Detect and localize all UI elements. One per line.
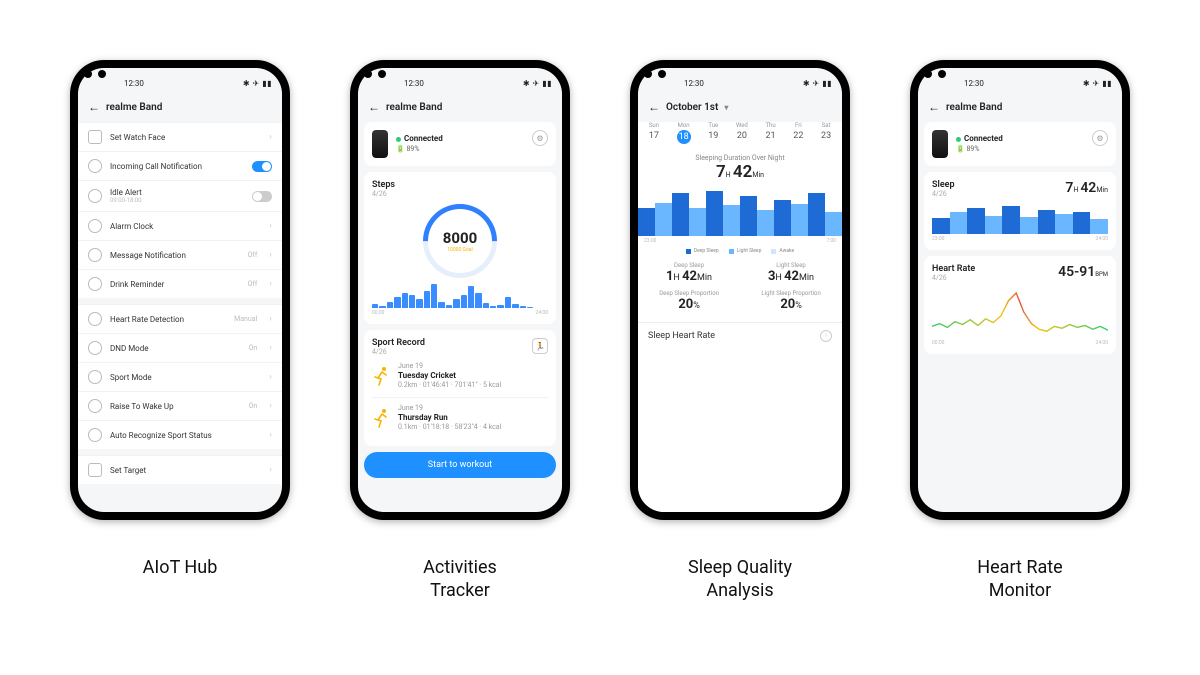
calendar-day[interactable]: Sat23 bbox=[821, 122, 831, 144]
chevron-right-icon: › bbox=[269, 221, 272, 231]
sport-record[interactable]: June 19Tuesday Cricket0.2km · 01'46:41 ·… bbox=[372, 356, 548, 397]
settings-row[interactable]: Set Watch Face› bbox=[78, 122, 282, 151]
header: ← realme Band bbox=[78, 94, 282, 122]
phone-aiot-hub: 12:30 ✱ ✈ ▮▮ ← realme Band Set Watch Fac… bbox=[70, 60, 290, 520]
settings-row[interactable]: DND ModeOn› bbox=[78, 333, 282, 362]
row-icon bbox=[88, 399, 102, 413]
gear-icon[interactable]: ⚙ bbox=[1092, 130, 1108, 146]
gear-icon[interactable]: ⚙ bbox=[532, 130, 548, 146]
header-title: realme Band bbox=[106, 102, 162, 113]
settings-row[interactable]: Set Target› bbox=[78, 455, 282, 484]
settings-row[interactable]: Raise To Wake UpOn› bbox=[78, 391, 282, 420]
chevron-right-icon: › bbox=[269, 430, 272, 440]
header-title: realme Band bbox=[946, 102, 1002, 113]
status-bar: 12:30 ✱ ✈ ▮▮ bbox=[78, 68, 282, 94]
caption: Sleep QualityAnalysis bbox=[688, 556, 792, 603]
runner-icon bbox=[372, 365, 390, 387]
header-title: realme Band bbox=[386, 102, 442, 113]
header-title[interactable]: October 1st bbox=[666, 102, 718, 113]
toggle[interactable] bbox=[252, 191, 272, 202]
calendar-day[interactable]: Wed20 bbox=[736, 122, 748, 144]
chevron-right-icon: › bbox=[269, 343, 272, 353]
row-icon bbox=[88, 248, 102, 262]
status-time: 12:30 bbox=[124, 79, 144, 88]
settings-row[interactable]: Alarm Clock› bbox=[78, 211, 282, 240]
status-icons: ✱ ✈ ▮▮ bbox=[243, 79, 272, 88]
settings-row[interactable]: Auto Recognize Sport Status› bbox=[78, 420, 282, 449]
calendar-day[interactable]: Thu21 bbox=[765, 122, 775, 144]
sleep-legend: Deep SleepLight SleepAwake bbox=[638, 248, 842, 254]
caption: Heart RateMonitor bbox=[977, 556, 1062, 603]
row-icon bbox=[88, 159, 102, 173]
sleep-mini-chart bbox=[932, 204, 1108, 234]
row-icon bbox=[88, 277, 102, 291]
runner-icon bbox=[372, 407, 390, 429]
row-icon bbox=[88, 130, 102, 144]
band-image bbox=[932, 130, 948, 158]
start-workout-button[interactable]: Start to workout bbox=[364, 452, 556, 478]
sleep-chart bbox=[638, 188, 842, 236]
chevron-right-icon: › bbox=[269, 314, 272, 324]
caption: AIoT Hub bbox=[143, 556, 218, 579]
chevron-right-icon: › bbox=[269, 401, 272, 411]
settings-row[interactable]: Heart Rate DetectionManual› bbox=[78, 304, 282, 333]
sleep-heart-rate-row[interactable]: Sleep Heart Rate i bbox=[638, 322, 842, 349]
device-card[interactable]: ⚙ Connected 🔋 89% bbox=[364, 122, 556, 166]
device-card[interactable]: ⚙ Connected 🔋 89% bbox=[924, 122, 1116, 166]
header: ← realme Band bbox=[358, 94, 562, 122]
steps-card[interactable]: Steps 4/26 8000 10000 Goal 00:0024:00 bbox=[364, 172, 556, 324]
row-icon bbox=[88, 428, 102, 442]
back-icon[interactable]: ← bbox=[368, 100, 380, 114]
row-icon bbox=[88, 312, 102, 326]
deep-sleep-value: Deep Sleep 1H 42Min bbox=[666, 262, 712, 284]
info-icon: i bbox=[820, 330, 832, 342]
caption: ActivitiesTracker bbox=[423, 556, 497, 603]
settings-row[interactable]: Drink ReminderOff› bbox=[78, 269, 282, 298]
chevron-down-icon[interactable]: ▾ bbox=[724, 103, 728, 112]
row-icon bbox=[88, 189, 102, 203]
back-icon[interactable]: ← bbox=[648, 100, 660, 114]
chevron-right-icon: › bbox=[269, 465, 272, 475]
heart-rate-card[interactable]: Heart Rate 4/26 45-91BPM 00:0024:00 bbox=[924, 256, 1116, 354]
phone-heart-rate: 12:30✱ ✈ ▮▮ ← realme Band ⚙ Connected 🔋 … bbox=[910, 60, 1130, 520]
sport-record[interactable]: June 19Thursday Run0.1km · 01'18:18 · 58… bbox=[372, 397, 548, 439]
status-bar: 12:30 ✱ ✈ ▮▮ bbox=[358, 68, 562, 94]
light-sleep-value: Light Sleep 3H 42Min bbox=[768, 262, 814, 284]
back-icon[interactable]: ← bbox=[928, 100, 940, 114]
row-icon bbox=[88, 463, 102, 477]
calendar-day[interactable]: Mon18 bbox=[677, 122, 691, 144]
heart-rate-chart bbox=[932, 290, 1108, 338]
settings-row[interactable]: Sport Mode› bbox=[78, 362, 282, 391]
back-icon[interactable]: ← bbox=[88, 100, 100, 114]
sport-icon[interactable]: 🏃 bbox=[532, 338, 548, 354]
band-image bbox=[372, 130, 388, 158]
calendar-day[interactable]: Fri22 bbox=[793, 122, 803, 144]
chevron-right-icon: › bbox=[269, 372, 272, 382]
row-icon bbox=[88, 219, 102, 233]
toggle[interactable] bbox=[252, 161, 272, 172]
steps-ring: 8000 10000 Goal bbox=[423, 204, 497, 278]
calendar-day[interactable]: Tue19 bbox=[708, 122, 718, 144]
calendar-day[interactable]: Sun17 bbox=[649, 122, 659, 144]
sleep-card[interactable]: Sleep 4/26 7H 42Min 23:0024:00 bbox=[924, 172, 1116, 250]
settings-row[interactable]: Message NotificationOff› bbox=[78, 240, 282, 269]
row-icon bbox=[88, 341, 102, 355]
steps-histogram bbox=[372, 282, 548, 308]
settings-row[interactable]: Idle Alert09:00-18:00 bbox=[78, 180, 282, 211]
settings-row[interactable]: Incoming Call Notification bbox=[78, 151, 282, 180]
chevron-right-icon: › bbox=[269, 279, 272, 289]
chevron-right-icon: › bbox=[269, 132, 272, 142]
phone-sleep-analysis: 12:30✱ ✈ ▮▮ ← October 1st ▾ Sun17Mon18Tu… bbox=[630, 60, 850, 520]
phone-activities: 12:30 ✱ ✈ ▮▮ ← realme Band ⚙ Connected 🔋… bbox=[350, 60, 570, 520]
sleep-total: 7H 42Min bbox=[638, 162, 842, 182]
calendar-strip[interactable]: Sun17 Mon18 Tue19 Wed20 Thu21 Fri22 Sat23 bbox=[638, 122, 842, 152]
sport-record-card[interactable]: 🏃 Sport Record 4/26 June 19Tuesday Crick… bbox=[364, 330, 556, 446]
chevron-right-icon: › bbox=[269, 250, 272, 260]
row-icon bbox=[88, 370, 102, 384]
